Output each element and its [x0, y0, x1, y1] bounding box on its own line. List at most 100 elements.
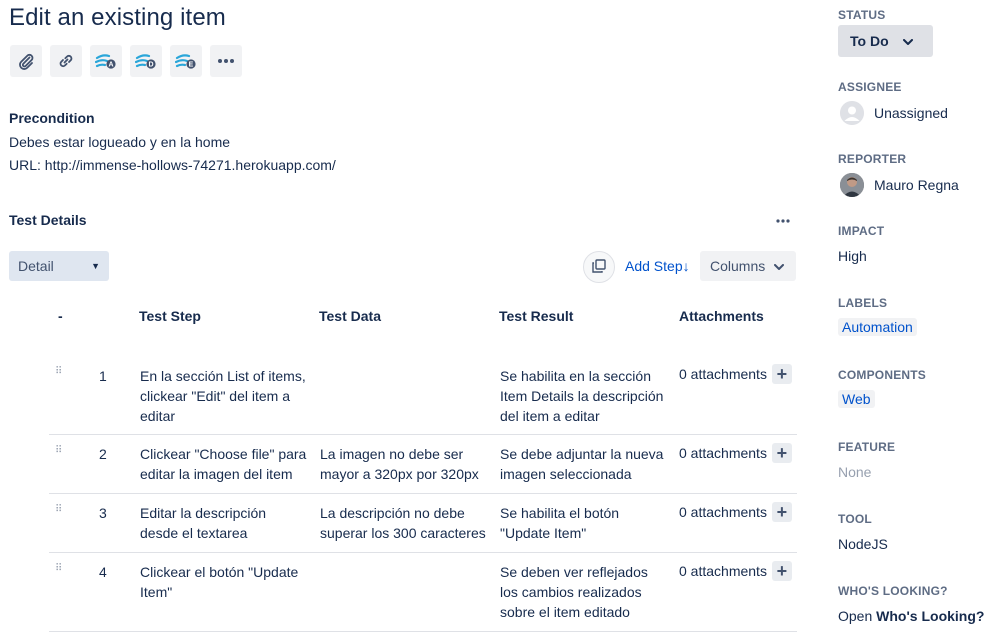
table-row[interactable]: ⠿ 2 Clickear "Choose file" para editar l… [49, 435, 797, 494]
step-text[interactable]: Clickear el botón "Update Item" [140, 562, 298, 602]
feature-label: FEATURE [838, 440, 896, 454]
chevron-down-icon [774, 258, 784, 274]
drag-handle-icon[interactable]: ⠿ [55, 505, 63, 515]
labels-label: LABELS [838, 296, 888, 310]
whos-looking-prefix: Open [838, 608, 873, 624]
link-icon [57, 52, 75, 70]
add-attachment-button[interactable]: + [771, 364, 792, 384]
link-issue-button[interactable] [50, 45, 82, 77]
precondition-line-2: URL: http://immense-hollows-74271.heroku… [9, 157, 336, 173]
step-text-line: Clickear el botón "Update [140, 564, 299, 580]
component-chip[interactable]: Web [838, 390, 875, 408]
attachments-count: 0 attachments [679, 366, 767, 382]
col-index-header: - [58, 308, 63, 324]
more-actions-button[interactable] [210, 45, 242, 77]
step-text-line: clickear "Edit" del item a [140, 388, 290, 404]
col-step-header: Test Step [139, 308, 201, 324]
add-step-link[interactable]: Add Step↓ [625, 258, 690, 274]
step-text-line: Clickear "Choose file" para [140, 446, 307, 462]
add-attachment-button[interactable]: + [771, 561, 792, 581]
avatar [840, 173, 864, 197]
result-text-line: imagen seleccionada [500, 466, 632, 482]
step-text-line: Item" [140, 584, 173, 600]
col-result-header: Test Result [499, 308, 574, 324]
step-number: 4 [99, 564, 107, 580]
step-result[interactable]: Se habilita el botón "Update Item" [500, 503, 619, 543]
xray-e-button[interactable]: E [170, 45, 202, 77]
xray-e-icon: E [175, 52, 197, 70]
issue-toolbar: A D E [10, 45, 242, 77]
xray-e-letter: E [189, 62, 194, 69]
step-number: 1 [99, 368, 107, 384]
feature-value[interactable]: None [838, 464, 871, 480]
columns-button[interactable]: Columns [700, 251, 796, 281]
step-result[interactable]: Se deben ver reflejados los cambios real… [500, 562, 648, 622]
result-text-line: Item Details la descripción [500, 388, 664, 404]
step-text-line: editar [140, 408, 176, 424]
drag-handle-icon[interactable]: ⠿ [55, 367, 63, 377]
step-number: 2 [99, 446, 107, 462]
xray-d-button[interactable]: D [130, 45, 162, 77]
step-data[interactable]: La descripción no debe superar los 300 c… [320, 503, 486, 543]
test-details-heading: Test Details [9, 212, 87, 228]
precondition-heading: Precondition [9, 110, 95, 126]
result-text-line: Se habilita en la sección [500, 368, 651, 384]
attachments-cell: 0 attachments + [679, 502, 792, 522]
step-data[interactable]: La imagen no debe ser mayor a 320px por … [320, 444, 479, 484]
impact-value[interactable]: High [838, 248, 867, 264]
xray-a-button[interactable]: A [90, 45, 122, 77]
whos-looking-link[interactable]: Who's Looking? [876, 608, 984, 624]
xray-a-icon: A [95, 52, 117, 70]
chevron-down-icon [902, 33, 913, 49]
attachments-cell: 0 attachments + [679, 561, 792, 581]
step-result[interactable]: Se habilita en la sección Item Details l… [500, 366, 663, 426]
add-attachment-button[interactable]: + [771, 502, 792, 522]
step-text-line: Editar la descripción [140, 505, 267, 521]
whos-looking-label: WHO'S LOOKING? [838, 584, 948, 598]
reporter-label: REPORTER [838, 152, 907, 166]
data-text-line: La imagen no debe ser [320, 446, 464, 462]
test-details-more-button[interactable] [771, 210, 795, 226]
table-row[interactable]: ⠿ 1 En la sección List of items, clickea… [49, 364, 797, 435]
attach-button[interactable] [10, 45, 42, 77]
step-text[interactable]: Editar la descripción desde el textarea [140, 503, 266, 543]
label-chip[interactable]: Automation [838, 318, 917, 336]
step-text-line: En la sección List of items, [140, 368, 306, 384]
data-text-line: superar los 300 caracteres [320, 525, 486, 541]
status-value: To Do [850, 33, 889, 49]
drag-handle-icon[interactable]: ⠿ [55, 446, 63, 456]
col-data-header: Test Data [319, 308, 381, 324]
data-text-line: mayor a 320px por 320px [320, 466, 479, 482]
drag-handle-icon[interactable]: ⠿ [55, 564, 63, 574]
result-text-line: "Update Item" [500, 525, 587, 541]
caret-down-icon: ▼ [91, 261, 100, 271]
step-text[interactable]: En la sección List of items, clickear "E… [140, 366, 306, 426]
step-text[interactable]: Clickear "Choose file" para editar la im… [140, 444, 306, 484]
assignee-value[interactable]: Unassigned [874, 105, 948, 121]
issue-main: Edit an existing item A D E Precondition… [9, 0, 799, 635]
precondition-line-1: Debes estar logueado y en la home [9, 134, 231, 150]
more-icon [776, 210, 790, 226]
copy-steps-button[interactable] [583, 251, 615, 283]
copy-icon [592, 258, 606, 276]
steps-table-header: - Test Step Test Data Test Result Attach… [9, 308, 799, 328]
attachments-cell: 0 attachments + [679, 364, 792, 384]
step-text-line: desde el textarea [140, 525, 248, 541]
tool-value[interactable]: NodeJS [838, 536, 888, 552]
result-text-line: Se deben ver reflejados [500, 564, 648, 580]
impact-label: IMPACT [838, 224, 885, 238]
more-icon [217, 58, 235, 64]
result-text-line: del item a editar [500, 408, 600, 424]
avatar [840, 101, 864, 125]
status-button[interactable]: To Do [838, 25, 933, 57]
issue-sidebar: STATUS To Do ASSIGNEE Unassigned REPORTE… [838, 0, 1000, 635]
step-result[interactable]: Se debe adjuntar la nueva imagen selecci… [500, 444, 663, 484]
table-row[interactable]: ⠿ 3 Editar la descripción desde el texta… [49, 494, 797, 553]
add-attachment-button[interactable]: + [771, 443, 792, 463]
table-row[interactable]: ⠿ 4 Clickear el botón "Update Item" Se d… [49, 553, 797, 632]
reporter-value[interactable]: Mauro Regna [874, 177, 959, 193]
view-mode-select[interactable]: Detail ▼ [9, 251, 109, 281]
whos-looking-line: Open Who's Looking? [838, 608, 984, 624]
result-text-line: Se debe adjuntar la nueva [500, 446, 664, 462]
columns-label: Columns [710, 258, 766, 274]
